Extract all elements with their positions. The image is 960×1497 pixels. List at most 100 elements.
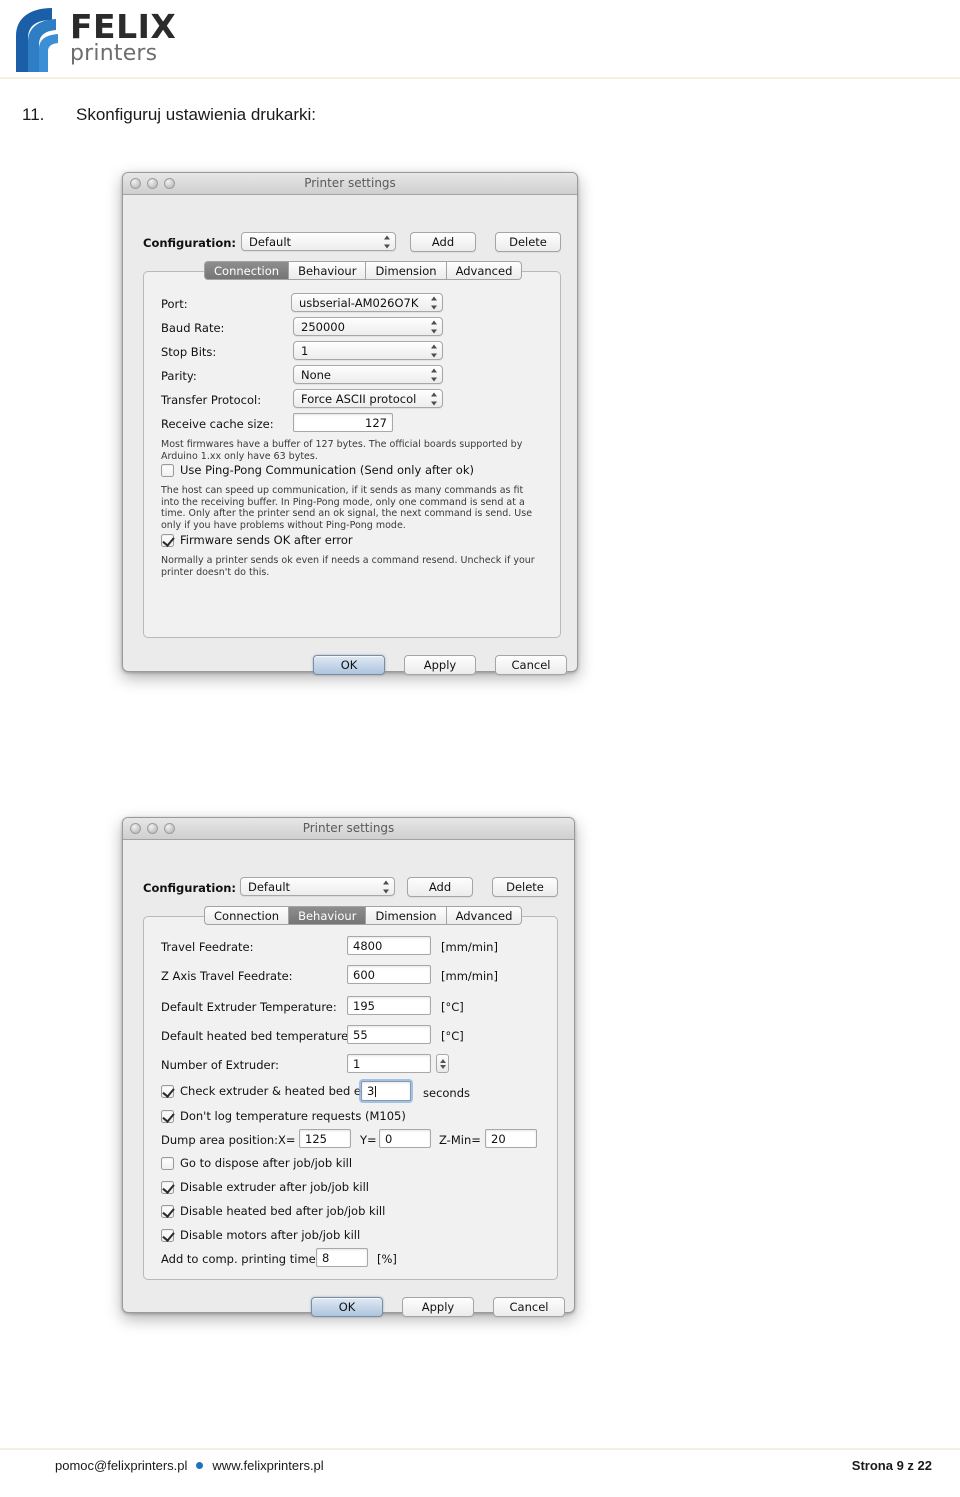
z-axis-travel-feedrate-value: 600 — [353, 967, 375, 982]
check-every-seconds-input[interactable]: 3 — [361, 1081, 411, 1101]
dump-x-input[interactable]: 125 — [299, 1129, 351, 1148]
add-comp-printing-time-unit: [%] — [377, 1252, 397, 1266]
default-extruder-temperature-unit: [°C] — [441, 1000, 464, 1014]
chevron-updown-icon — [430, 344, 437, 357]
page-number: Strona 9 z 22 — [851, 1458, 932, 1473]
firmware-ok-checkbox-row[interactable]: Firmware sends OK after error — [161, 533, 353, 547]
felix-printers-logo: FELIX printers — [8, 6, 193, 72]
chevron-updown-icon — [430, 392, 437, 405]
delete-configuration-button[interactable]: Delete — [495, 232, 561, 252]
window-title: Printer settings — [304, 176, 396, 190]
number-of-extruder-stepper[interactable] — [436, 1054, 449, 1073]
logo-primary-text: FELIX — [70, 7, 177, 46]
port-select[interactable]: usbserial-AM026O7K — [291, 293, 443, 312]
transfer-protocol-select[interactable]: Force ASCII protocol — [293, 389, 443, 408]
stop-bits-select[interactable]: 1 — [293, 341, 443, 360]
dialog-button-row: OK Apply Cancel — [311, 1297, 565, 1317]
go-to-dispose-checkbox-row[interactable]: Go to dispose after job/job kill — [161, 1156, 352, 1170]
receive-cache-size-input[interactable]: 127 — [293, 413, 393, 432]
ok-button[interactable]: OK — [313, 655, 385, 675]
number-of-extruder-value: 1 — [353, 1056, 361, 1071]
configuration-select[interactable]: Default — [241, 232, 396, 251]
receive-cache-help-text: Most firmwares have a buffer of 127 byte… — [161, 439, 523, 462]
ping-pong-help-text: The host can speed up communication, if … — [161, 485, 533, 531]
ping-pong-checkbox-row[interactable]: Use Ping-Pong Communication (Send only a… — [161, 463, 474, 477]
default-extruder-temperature-value: 195 — [353, 998, 375, 1013]
dump-y-input[interactable]: 0 — [379, 1129, 431, 1148]
z-axis-travel-feedrate-label: Z Axis Travel Feedrate: — [161, 969, 293, 983]
baud-rate-label: Baud Rate: — [161, 321, 225, 335]
titlebar: Printer settings — [123, 818, 574, 840]
dont-log-temperature-checkbox-row[interactable]: Don't log temperature requests (M105) — [161, 1109, 406, 1123]
tab-dimension[interactable]: Dimension — [365, 906, 446, 925]
dump-zmin-label: Z-Min= — [439, 1133, 481, 1147]
dump-y-value: 0 — [385, 1131, 393, 1146]
add-configuration-button[interactable]: Add — [407, 877, 473, 897]
tab-bar[interactable]: Connection Behaviour Dimension Advanced — [204, 261, 523, 280]
check-extruder-checkbox-row[interactable]: Check extruder & heated bed every — [161, 1084, 386, 1098]
tab-connection[interactable]: Connection — [204, 261, 289, 280]
step-heading: 11. Skonfiguruj ustawienia drukarki: — [22, 105, 722, 129]
check-every-seconds-value: 3 — [367, 1084, 375, 1098]
header-divider — [0, 77, 960, 79]
default-heated-bed-temperature-input[interactable]: 55 — [347, 1025, 431, 1044]
ok-button[interactable]: OK — [311, 1297, 383, 1317]
tab-behaviour[interactable]: Behaviour — [288, 906, 366, 925]
disable-heated-bed-checkbox[interactable] — [161, 1204, 174, 1218]
disable-motors-checkbox[interactable] — [161, 1228, 174, 1242]
dump-zmin-input[interactable]: 20 — [485, 1129, 537, 1148]
cancel-button[interactable]: Cancel — [495, 655, 567, 675]
dont-log-temperature-checkbox[interactable] — [161, 1109, 174, 1123]
add-configuration-button[interactable]: Add — [410, 232, 476, 252]
disable-heated-bed-label: Disable heated bed after job/job kill — [180, 1204, 386, 1218]
firmware-ok-help-text: Normally a printer sends ok even if need… — [161, 555, 535, 578]
add-comp-printing-time-input[interactable]: 8 — [316, 1248, 368, 1267]
ping-pong-label: Use Ping-Pong Communication (Send only a… — [180, 463, 474, 477]
baud-rate-select[interactable]: 250000 — [293, 317, 443, 336]
apply-button[interactable]: Apply — [402, 1297, 474, 1317]
window-title: Printer settings — [302, 821, 395, 835]
configuration-label: Configuration: — [143, 236, 237, 250]
footer-website[interactable]: www.felixprinters.pl — [212, 1458, 323, 1473]
page-header: FELIX printers — [0, 0, 960, 79]
travel-feedrate-label: Travel Feedrate: — [161, 940, 254, 954]
footer-divider — [0, 1448, 960, 1450]
parity-label: Parity: — [161, 369, 197, 383]
disable-motors-checkbox-row[interactable]: Disable motors after job/job kill — [161, 1228, 360, 1242]
firmware-ok-checkbox[interactable] — [161, 533, 174, 547]
footer-email[interactable]: pomoc@felixprinters.pl — [55, 1458, 187, 1473]
configuration-select[interactable]: Default — [240, 877, 395, 896]
delete-configuration-button[interactable]: Delete — [492, 877, 558, 897]
go-to-dispose-checkbox[interactable] — [161, 1156, 174, 1170]
tab-advanced[interactable]: Advanced — [445, 261, 523, 280]
dump-x-value: 125 — [305, 1131, 327, 1146]
z-axis-travel-feedrate-input[interactable]: 600 — [347, 965, 431, 984]
stepper-down-icon[interactable] — [439, 1064, 446, 1069]
receive-cache-size-value: 127 — [365, 415, 387, 430]
tab-advanced[interactable]: Advanced — [445, 906, 523, 925]
travel-feedrate-input[interactable]: 4800 — [347, 936, 431, 955]
apply-button[interactable]: Apply — [404, 655, 476, 675]
step-number: 11. — [22, 105, 45, 124]
disable-extruder-checkbox[interactable] — [161, 1180, 174, 1194]
disable-heated-bed-checkbox-row[interactable]: Disable heated bed after job/job kill — [161, 1204, 385, 1218]
tab-behaviour[interactable]: Behaviour — [288, 261, 366, 280]
disable-extruder-checkbox-row[interactable]: Disable extruder after job/job kill — [161, 1180, 369, 1194]
stop-bits-select-value: 1 — [301, 343, 309, 358]
cancel-button[interactable]: Cancel — [493, 1297, 565, 1317]
dump-x-label: X= — [278, 1133, 296, 1147]
dialog-button-row: OK Apply Cancel — [313, 655, 567, 675]
tab-dimension[interactable]: Dimension — [365, 261, 446, 280]
number-of-extruder-input[interactable]: 1 — [347, 1054, 431, 1073]
stop-bits-label: Stop Bits: — [161, 345, 217, 359]
ping-pong-checkbox[interactable] — [161, 463, 174, 477]
tab-connection[interactable]: Connection — [204, 906, 289, 925]
bullet-separator-icon — [196, 1462, 204, 1469]
check-extruder-checkbox[interactable] — [161, 1084, 174, 1098]
default-extruder-temperature-input[interactable]: 195 — [347, 996, 431, 1015]
go-to-dispose-label: Go to dispose after job/job kill — [180, 1156, 353, 1170]
stepper-up-icon[interactable] — [439, 1058, 446, 1063]
firmware-ok-label: Firmware sends OK after error — [180, 533, 353, 547]
tab-bar[interactable]: Connection Behaviour Dimension Advanced — [204, 906, 523, 925]
parity-select[interactable]: None — [293, 365, 443, 384]
